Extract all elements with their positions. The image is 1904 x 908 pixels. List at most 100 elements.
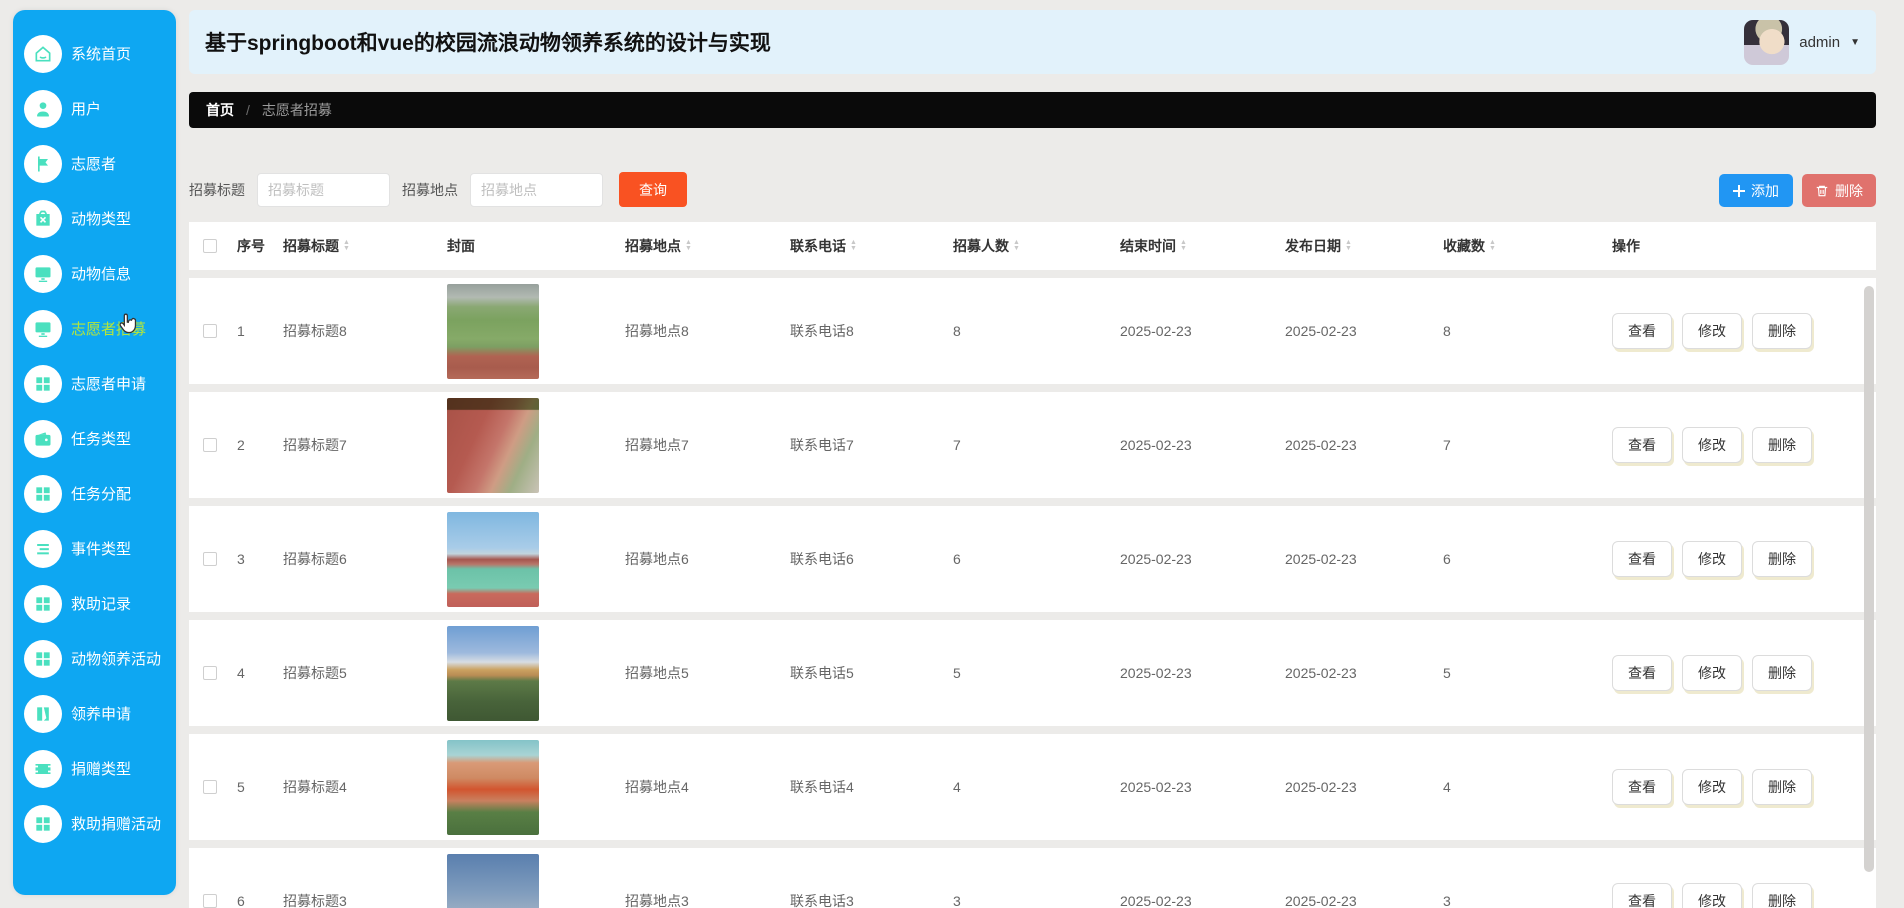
trash-icon xyxy=(1816,185,1828,196)
delete-button[interactable]: 删除 xyxy=(1802,174,1876,207)
row-delete-button[interactable]: 删除 xyxy=(1752,313,1812,349)
column-header-9: 操作 xyxy=(1606,236,1876,256)
column-label: 发布日期 xyxy=(1285,238,1341,254)
cover-photo[interactable] xyxy=(447,283,539,379)
sidebar-item-6[interactable]: 志愿者申请 xyxy=(13,356,176,411)
sidebar-item-14[interactable]: 救助捐赠活动 xyxy=(13,796,176,851)
cover-photo[interactable] xyxy=(447,853,539,908)
edit-button[interactable]: 修改 xyxy=(1682,655,1742,691)
view-button[interactable]: 查看 xyxy=(1612,313,1672,349)
row-delete-button[interactable]: 删除 xyxy=(1752,655,1812,691)
cell-publish-date: 2025-02-23 xyxy=(1285,551,1357,567)
edit-button[interactable]: 修改 xyxy=(1682,769,1742,805)
row-delete-button[interactable]: 删除 xyxy=(1752,769,1812,805)
column-header-8[interactable]: 收藏数 ▲ ▼ xyxy=(1437,236,1606,256)
sidebar-item-4[interactable]: 动物信息 xyxy=(13,246,176,301)
book-icon xyxy=(24,694,62,733)
sidebar-item-label: 动物领养活动 xyxy=(71,651,162,668)
grid-icon xyxy=(24,474,62,513)
view-button[interactable]: 查看 xyxy=(1612,883,1672,908)
view-button[interactable]: 查看 xyxy=(1612,769,1672,805)
column-header-1[interactable]: 招募标题 ▲ ▼ xyxy=(277,236,441,256)
cover-photo[interactable] xyxy=(447,739,539,835)
cell-favorites: 3 xyxy=(1443,893,1451,908)
query-button[interactable]: 查询 xyxy=(619,172,687,207)
sidebar-item-label: 系统首页 xyxy=(71,46,132,63)
cursor-hand-icon xyxy=(119,313,137,334)
edit-button[interactable]: 修改 xyxy=(1682,313,1742,349)
view-button[interactable]: 查看 xyxy=(1612,655,1672,691)
cell-people: 8 xyxy=(953,323,961,339)
column-header-5[interactable]: 招募人数 ▲ ▼ xyxy=(947,236,1114,256)
add-button-label: 添加 xyxy=(1751,182,1779,199)
row-checkbox[interactable] xyxy=(203,894,217,908)
view-button[interactable]: 查看 xyxy=(1612,427,1672,463)
row-checkbox[interactable] xyxy=(203,324,217,338)
sidebar-item-11[interactable]: 动物领养活动 xyxy=(13,631,176,686)
cell-index: 3 xyxy=(237,551,245,567)
sort-icon[interactable]: ▲ ▼ xyxy=(1180,239,1187,252)
row-checkbox[interactable] xyxy=(203,780,217,794)
row-delete-button[interactable]: 删除 xyxy=(1752,541,1812,577)
sidebar-item-12[interactable]: 领养申请 xyxy=(13,686,176,741)
page-header: 基于springboot和vue的校园流浪动物领养系统的设计与实现 admin … xyxy=(189,10,1876,74)
wallet-icon xyxy=(24,419,62,458)
table-row: 5 招募标题4 招募地点4 联系电话4 4 2025-02-23 2025-02-23 4 查看… xyxy=(189,734,1876,840)
sidebar-item-3[interactable]: 动物类型 xyxy=(13,191,176,246)
sidebar-item-label: 事件类型 xyxy=(71,541,132,558)
edit-button[interactable]: 修改 xyxy=(1682,541,1742,577)
sidebar-item-8[interactable]: 任务分配 xyxy=(13,466,176,521)
cell-publish-date: 2025-02-23 xyxy=(1285,665,1357,681)
list-icon xyxy=(24,529,62,568)
row-checkbox[interactable] xyxy=(203,666,217,680)
row-delete-button[interactable]: 删除 xyxy=(1752,427,1812,463)
sort-icon[interactable]: ▲ ▼ xyxy=(1489,239,1496,252)
filter-location-input[interactable] xyxy=(470,172,603,207)
main-content: 基于springboot和vue的校园流浪动物领养系统的设计与实现 admin … xyxy=(189,0,1876,908)
sidebar-item-2[interactable]: 志愿者 xyxy=(13,136,176,191)
sidebar-item-9[interactable]: 事件类型 xyxy=(13,521,176,576)
edit-button[interactable]: 修改 xyxy=(1682,883,1742,908)
cover-photo[interactable] xyxy=(447,511,539,607)
select-all-checkbox[interactable] xyxy=(203,239,217,253)
sidebar-item-1[interactable]: 用户 xyxy=(13,81,176,136)
edit-button[interactable]: 修改 xyxy=(1682,427,1742,463)
sidebar-item-7[interactable]: 任务类型 xyxy=(13,411,176,466)
sidebar-item-13[interactable]: 捐赠类型 xyxy=(13,741,176,796)
sidebar-item-5[interactable]: 志愿者招募 xyxy=(13,301,176,356)
sidebar-item-label: 志愿者申请 xyxy=(71,376,147,393)
table-row: 3 招募标题6 招募地点6 联系电话6 6 2025-02-23 2025-02-23 6 查看… xyxy=(189,506,1876,612)
row-checkbox[interactable] xyxy=(203,552,217,566)
delete-button-label: 删除 xyxy=(1835,182,1863,199)
cell-favorites: 6 xyxy=(1443,551,1451,567)
cell-favorites: 8 xyxy=(1443,323,1451,339)
table-row: 1 招募标题8 招募地点8 联系电话8 8 2025-02-23 2025-02-23 8 查看… xyxy=(189,278,1876,384)
column-header-6[interactable]: 结束时间 ▲ ▼ xyxy=(1114,236,1279,256)
filter-title-input[interactable] xyxy=(257,172,390,207)
view-button[interactable]: 查看 xyxy=(1612,541,1672,577)
sort-icon[interactable]: ▲ ▼ xyxy=(343,239,350,252)
sidebar-item-10[interactable]: 救助记录 xyxy=(13,576,176,631)
cover-photo[interactable] xyxy=(447,625,539,721)
sort-icon[interactable]: ▲ ▼ xyxy=(1013,239,1020,252)
column-label: 操作 xyxy=(1612,238,1640,254)
row-checkbox[interactable] xyxy=(203,438,217,452)
breadcrumb-home[interactable]: 首页 xyxy=(206,100,234,120)
column-header-4[interactable]: 联系电话 ▲ ▼ xyxy=(784,236,947,256)
cell-publish-date: 2025-02-23 xyxy=(1285,437,1357,453)
avatar[interactable] xyxy=(1744,19,1790,65)
column-header-3[interactable]: 招募地点 ▲ ▼ xyxy=(619,236,784,256)
table-row: 2 招募标题7 招募地点7 联系电话7 7 2025-02-23 2025-02-23 7 查看… xyxy=(189,392,1876,498)
add-button[interactable]: 添加 xyxy=(1719,174,1793,207)
vertical-scrollbar[interactable] xyxy=(1864,286,1874,872)
column-header-7[interactable]: 发布日期 ▲ ▼ xyxy=(1279,236,1437,256)
cell-end-date: 2025-02-23 xyxy=(1120,437,1192,453)
row-delete-button[interactable]: 删除 xyxy=(1752,883,1812,908)
user-menu[interactable]: admin ▼ xyxy=(1744,19,1860,65)
sort-icon[interactable]: ▲ ▼ xyxy=(850,239,857,252)
sort-icon[interactable]: ▲ ▼ xyxy=(685,239,692,252)
sidebar-item-0[interactable]: 系统首页 xyxy=(13,26,176,81)
sort-icon[interactable]: ▲ ▼ xyxy=(1345,239,1352,252)
cell-title: 招募标题3 xyxy=(283,893,347,908)
cover-photo[interactable] xyxy=(447,397,539,493)
